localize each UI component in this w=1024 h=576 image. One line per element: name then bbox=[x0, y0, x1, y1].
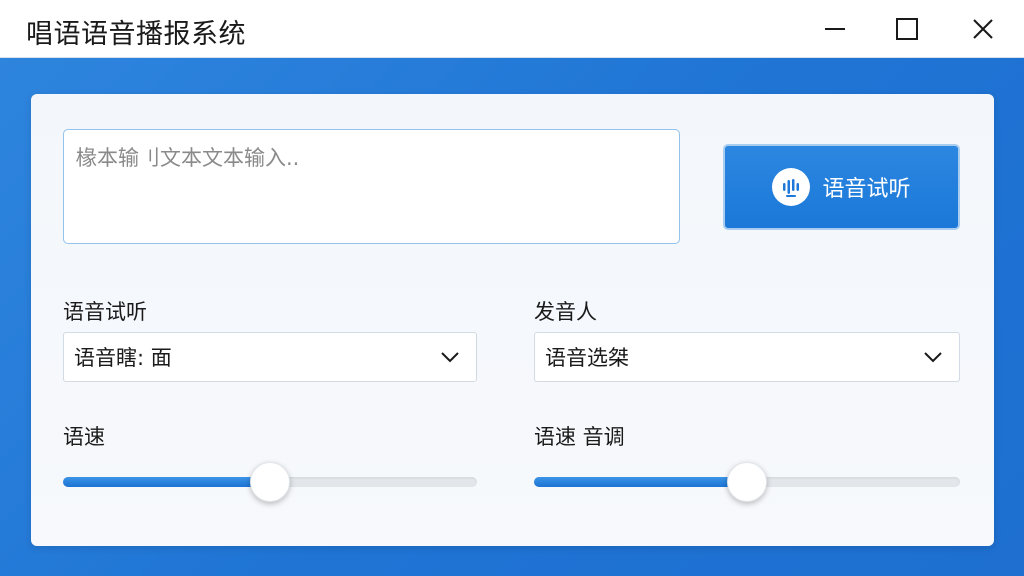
voice-preview-label: 语音试听 bbox=[63, 300, 147, 324]
main-panel: 语音试听 语音试听 语音瞎: 面 发音人 语音选桀 语速 语速 音调 bbox=[31, 94, 994, 546]
maximize-button[interactable] bbox=[884, 8, 930, 50]
slider-fill bbox=[63, 477, 270, 487]
close-icon bbox=[973, 19, 993, 39]
text-input[interactable] bbox=[63, 129, 680, 244]
title-bar: 唱语语音播报系统 bbox=[0, 0, 1024, 58]
app-window: 唱语语音播报系统 椽本输刂文本文本输入.. 语音试听 语音试听 语音瞎: 面 发… bbox=[0, 0, 1024, 576]
chevron-down-icon bbox=[441, 352, 459, 363]
slider-thumb[interactable] bbox=[250, 462, 290, 502]
voice-preview-select[interactable]: 语音瞎: 面 bbox=[63, 332, 477, 382]
pitch-slider[interactable] bbox=[534, 462, 960, 502]
speed-label: 语速 bbox=[63, 425, 105, 449]
speaker-select-value: 语音选桀 bbox=[545, 346, 629, 370]
speaker-label: 发音人 bbox=[534, 300, 597, 324]
speaker-select[interactable]: 语音选桀 bbox=[534, 332, 960, 382]
voice-preview-select-value: 语音瞎: 面 bbox=[74, 346, 172, 370]
slider-thumb[interactable] bbox=[727, 462, 767, 502]
close-button[interactable] bbox=[960, 8, 1006, 50]
slider-fill bbox=[534, 477, 747, 487]
play-preview-label: 语音试听 bbox=[822, 177, 911, 202]
chevron-down-icon bbox=[924, 352, 942, 363]
minimize-icon bbox=[825, 28, 845, 30]
sound-wave-icon bbox=[772, 168, 811, 206]
play-preview-button[interactable]: 语音试听 bbox=[723, 144, 960, 230]
minimize-button[interactable] bbox=[812, 8, 858, 50]
window-title: 唱语语音播报系统 bbox=[26, 19, 246, 50]
maximize-icon bbox=[896, 18, 918, 40]
pitch-label: 语速 音调 bbox=[534, 425, 625, 449]
speed-slider[interactable] bbox=[63, 462, 477, 502]
